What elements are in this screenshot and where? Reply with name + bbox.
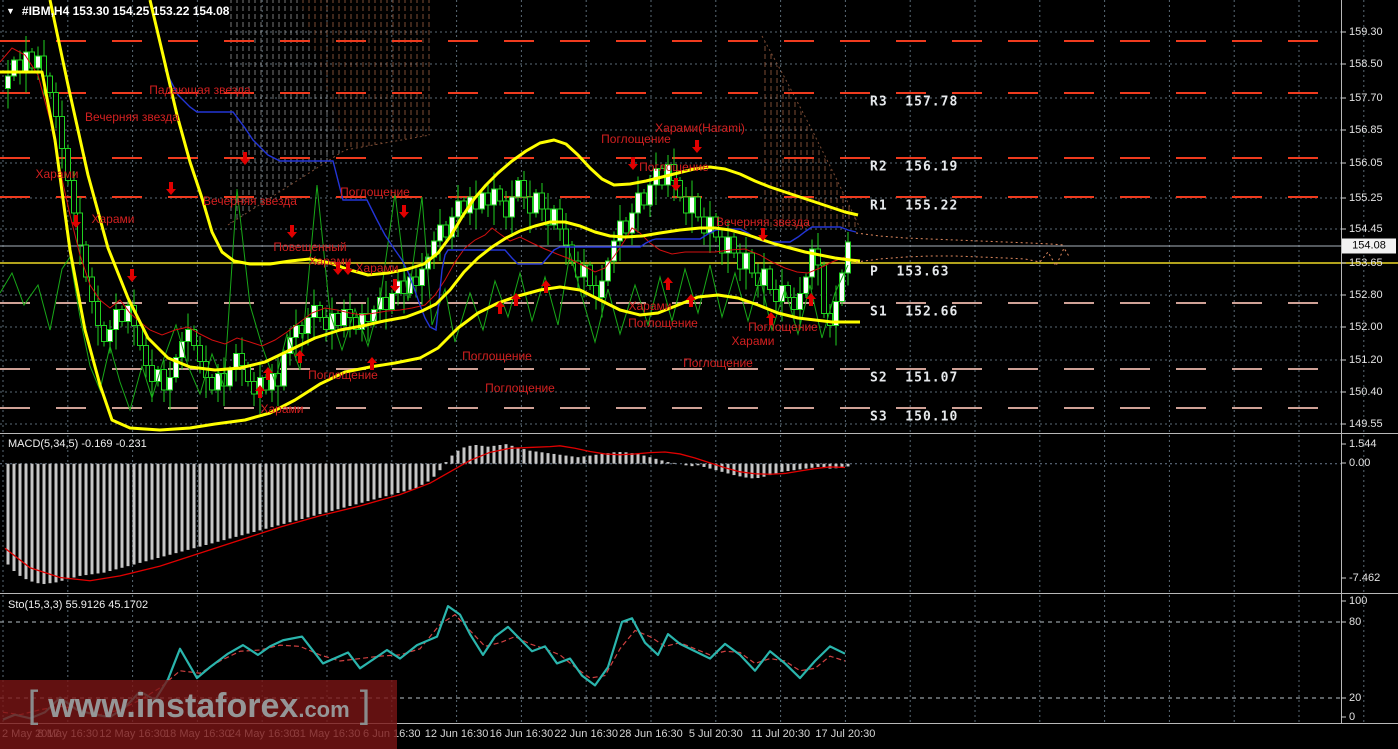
price-axis-label: 153.65 [1349,257,1383,269]
pivot-level-label: R1 155.22 [870,198,959,214]
macd-scale-label: -7.462 [1349,572,1381,584]
watermark-domain: www.instaforex [48,687,299,725]
price-axis-label: 152.80 [1349,289,1383,301]
arrow-down-icon [127,269,137,282]
pivot-level-label: S1 152.66 [870,304,959,320]
pattern-annotation: Поглощение [485,381,555,395]
pattern-annotation: Поглощение [628,316,698,330]
time-axis-label: 5 Jul 20:30 [688,728,743,740]
trading-terminal-chart: 159.30 158.50 157.70 156.85 156.05 155.25 154.… [0,0,1398,749]
chevron-down-icon[interactable]: ▼ [6,6,15,16]
pivot-level-label: S2 151.07 [870,370,959,386]
pivot-level-label: P 153.63 [870,264,950,280]
sto-scale-label: 0 [1349,711,1356,723]
pattern-annotation: Поглощение [308,368,378,382]
pivot-level-label: S3 150.10 [870,409,959,425]
price-axis-label: 151.20 [1349,354,1383,366]
price-axis-label: 156.05 [1349,157,1383,169]
pattern-annotation: Харами [35,167,79,181]
arrow-down-icon [287,225,297,238]
price-axis-label: 150.40 [1349,386,1383,398]
time-axis-label: 28 Jun 16:30 [619,728,683,740]
macd-indicator-label: MACD(5,34,5) -0.169 -0.231 [8,438,147,450]
pattern-annotation: Харами [260,402,304,416]
price-axis-label: 154.45 [1349,223,1383,235]
sto-scale-label: 80 [1349,616,1362,628]
pattern-annotation: Харами [628,299,672,313]
sto-scale-label: 100 [1349,595,1368,607]
time-axis-label: 22 Jun 16:30 [554,728,618,740]
chart-title-bar: ▼ #IBM,H4 153.30 154.25 153.22 154.08 [6,4,229,18]
time-axis-label: 12 Jun 16:30 [424,728,489,740]
symbol-ohlc-title: #IBM,H4 153.30 154.25 153.22 154.08 [21,4,230,18]
pattern-annotation: Поглощение [340,185,410,199]
arrow-down-icon [692,140,702,153]
time-axis-label: 16 Jun 16:30 [489,728,554,740]
pattern-annotation: Харами [355,261,399,275]
pivot-level-label: R3 157.78 [870,94,959,110]
pattern-annotation: Повещенный [273,240,347,254]
stochastic-indicator-label: Sto(15,3,3) 55.9126 45.1702 [8,599,149,611]
macd-panel [0,444,1341,585]
current-price-tag: 154.08 [1342,238,1396,254]
time-axis-label: 17 Jul 20:30 [815,728,876,740]
pattern-annotation: Вечерняя звезда [85,110,179,124]
price-axis-label: 157.70 [1349,92,1383,104]
pattern-annotation: Поглощение [748,320,818,334]
sto-scale-label: 20 [1349,692,1362,704]
price-axis-label: 149.55 [1349,418,1383,430]
pattern-annotation: Поглощение [462,349,532,363]
watermark-bracket-close: ] [359,684,371,726]
price-axis-label: 158.50 [1349,58,1383,70]
pattern-annotation: Поглощение [683,356,753,370]
macd-scale-label: 1.544 [1349,438,1377,450]
time-axis-label: 11 Jul 20:30 [751,728,811,740]
macd-scale-label: 0.00 [1349,457,1371,469]
pattern-annotation: Падающая звезда [149,83,251,97]
watermark-bracket-open: [ [27,684,39,726]
arrow-down-icon [399,205,409,218]
pattern-annotation: Харами [308,254,352,268]
pattern-annotation: Харами [731,334,775,348]
price-axis-label: 156.85 [1349,124,1383,136]
price-axis-label: 155.25 [1349,192,1383,204]
arrow-down-icon [166,182,176,195]
pattern-annotation: Вечерняя звезда [203,194,297,208]
watermark-tld: .com [298,697,350,722]
pivot-level-label: R2 156.19 [870,159,959,175]
arrow-up-icon [663,277,673,290]
price-axis-label: 159.30 [1349,26,1383,38]
pattern-annotation: Харами(Harami) [655,121,745,135]
price-axis-label: 152.00 [1349,321,1383,333]
instaforex-watermark: [ www.instaforex .com ] [6,684,392,727]
chart-canvas[interactable] [0,0,1398,749]
pattern-annotation: Поглощение [639,160,709,174]
pattern-annotation: Вечерняя звезда [716,215,810,229]
pattern-annotation: Харами [91,212,135,226]
